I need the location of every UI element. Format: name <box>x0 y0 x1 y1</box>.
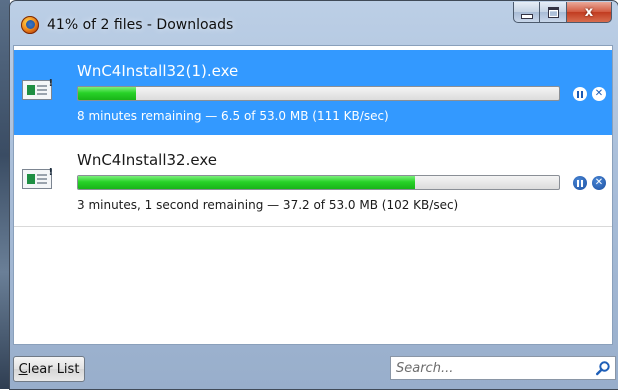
minimize-button[interactable] <box>513 2 540 23</box>
close-button[interactable]: x <box>567 2 612 23</box>
download-status: 8 minutes remaining — 6.5 of 53.0 MB (11… <box>77 109 389 123</box>
search-box[interactable] <box>390 356 616 380</box>
cancel-button[interactable]: ✕ <box>592 87 606 101</box>
progress-bar <box>77 86 560 101</box>
executable-file-icon: ! <box>22 78 53 100</box>
search-input[interactable] <box>396 359 586 377</box>
window-title: 41% of 2 files - Downloads <box>47 17 234 33</box>
cancel-icon: ✕ <box>594 88 604 99</box>
download-filename: WnC4Install32.exe <box>77 151 217 169</box>
pause-button[interactable] <box>573 176 587 190</box>
progress-bar <box>77 175 560 190</box>
firefox-icon <box>21 16 39 34</box>
window-controls: x <box>513 2 612 23</box>
cancel-button[interactable]: ✕ <box>592 176 606 190</box>
search-icon[interactable] <box>595 360 611 376</box>
download-item[interactable]: ! WnC4Install32.exe ✕ 3 minutes, 1 secon… <box>14 139 612 224</box>
download-status: 3 minutes, 1 second remaining — 37.2 of … <box>77 198 459 212</box>
clear-list-button[interactable]: Clear List <box>13 356 85 382</box>
pause-button[interactable] <box>573 87 587 101</box>
clear-list-accelerator: C <box>18 361 28 377</box>
cancel-icon: ✕ <box>594 177 604 188</box>
title-bar[interactable]: 41% of 2 files - Downloads x <box>10 1 618 45</box>
progress-fill <box>78 87 136 100</box>
progress-fill <box>78 176 415 189</box>
maximize-icon <box>547 6 559 18</box>
downloads-window: 41% of 2 files - Downloads x ! WnC4Insta… <box>9 0 618 390</box>
download-item[interactable]: ! WnC4Install32(1).exe ✕ 8 minutes remai… <box>14 50 612 135</box>
close-icon: x <box>584 4 594 20</box>
executable-file-icon: ! <box>22 167 53 189</box>
pause-icon <box>577 90 583 98</box>
downloads-list[interactable]: ! WnC4Install32(1).exe ✕ 8 minutes remai… <box>13 45 613 345</box>
clear-list-label: lear List <box>27 361 80 377</box>
footer-bar: Clear List <box>10 345 618 389</box>
download-filename: WnC4Install32(1).exe <box>77 62 239 80</box>
minimize-icon <box>520 13 533 19</box>
pause-icon <box>577 179 583 187</box>
maximize-button[interactable] <box>540 2 567 23</box>
list-divider <box>14 226 612 227</box>
